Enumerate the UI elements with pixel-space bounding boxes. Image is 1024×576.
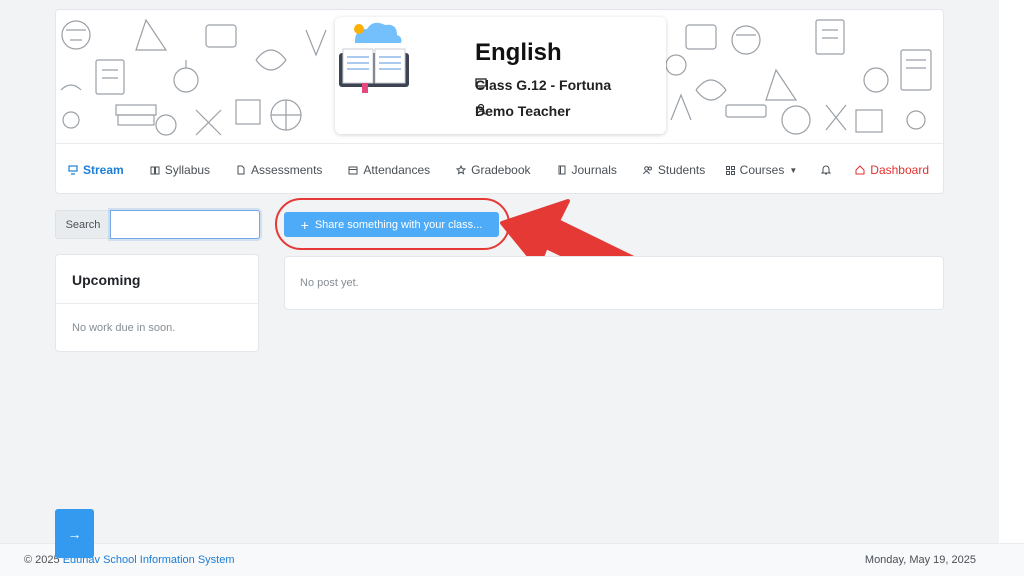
calendar-icon [348, 166, 358, 174]
dashboard-link[interactable]: Dashboard [855, 163, 929, 177]
tab-assessments[interactable]: Assessments [236, 144, 323, 194]
tab-students[interactable]: Students [642, 144, 706, 194]
book-open-icon [150, 166, 160, 174]
posts-empty-text: No post yet. [300, 277, 359, 289]
app-background: English Class G.12 - Fortuna Demo Teache… [0, 0, 999, 576]
tab-stream[interactable]: Stream [68, 144, 124, 194]
tab-label: Gradebook [471, 162, 531, 177]
class-line: Class G.12 - Fortuna [475, 77, 611, 93]
tab-label: Stream [83, 162, 124, 177]
posts-feed: No post yet. [284, 256, 944, 310]
courses-dropdown[interactable]: Courses ▼ [725, 163, 798, 177]
search-group: Search [55, 210, 260, 239]
arrow-right-icon: → [67, 525, 82, 542]
search-input[interactable] [110, 210, 260, 239]
tab-attendances[interactable]: Attendances [348, 144, 431, 194]
course-tabs: Stream Syllabus Assessments Attendances … [56, 143, 943, 194]
home-icon [855, 165, 865, 175]
users-icon [642, 165, 652, 174]
footer-date: Monday, May 19, 2025 [864, 554, 976, 566]
notifications-button[interactable] [821, 165, 832, 175]
share-button-label: Share something with your class... [314, 218, 483, 231]
course-header-card: English Class G.12 - Fortuna Demo Teache… [55, 9, 944, 194]
plus-icon: + [300, 216, 309, 233]
teacher-line: Demo Teacher [475, 103, 570, 119]
upcoming-title: Upcoming [56, 255, 258, 304]
stream-icon [68, 164, 78, 175]
tab-label: Assessments [251, 162, 323, 177]
classroom-icon [475, 78, 487, 89]
courses-label: Courses [739, 163, 785, 177]
caret-down-icon: ▼ [789, 165, 798, 175]
share-post-button[interactable]: + Share something with your class... [284, 212, 499, 237]
tab-journals[interactable]: Journals [557, 144, 617, 194]
dashboard-label: Dashboard [870, 163, 929, 177]
next-button[interactable]: → [55, 509, 94, 558]
grid-icon [725, 165, 735, 175]
tab-label: Syllabus [164, 162, 211, 177]
right-gutter [999, 0, 1024, 576]
tab-label: Students [657, 162, 706, 177]
tab-label: Journals [571, 162, 617, 177]
teacher-name: Demo Teacher [475, 103, 571, 119]
doodle-banner: English Class G.12 - Fortuna Demo Teache… [56, 10, 943, 143]
search-label: Search [55, 210, 110, 239]
footer: © 2025 Edunav School Information System … [0, 543, 1024, 576]
upcoming-empty-text: No work due in soon. [72, 322, 176, 334]
file-icon [237, 165, 245, 174]
open-book-cloud-icon [339, 22, 409, 93]
journal-icon [558, 165, 565, 174]
bell-icon [821, 165, 832, 175]
course-title-box: English Class G.12 - Fortuna Demo Teache… [335, 17, 666, 134]
star-icon [456, 164, 467, 175]
class-label: Class G.12 - Fortuna [475, 77, 612, 93]
upcoming-card: Upcoming No work due in soon. [55, 254, 259, 352]
tabs-right-group: Courses ▼ Dashboard [725, 144, 929, 193]
tab-gradebook[interactable]: Gradebook [456, 144, 531, 194]
user-icon [475, 103, 487, 115]
tab-label: Attendances [363, 162, 431, 177]
tab-syllabus[interactable]: Syllabus [150, 144, 211, 194]
course-title: English [475, 39, 562, 66]
